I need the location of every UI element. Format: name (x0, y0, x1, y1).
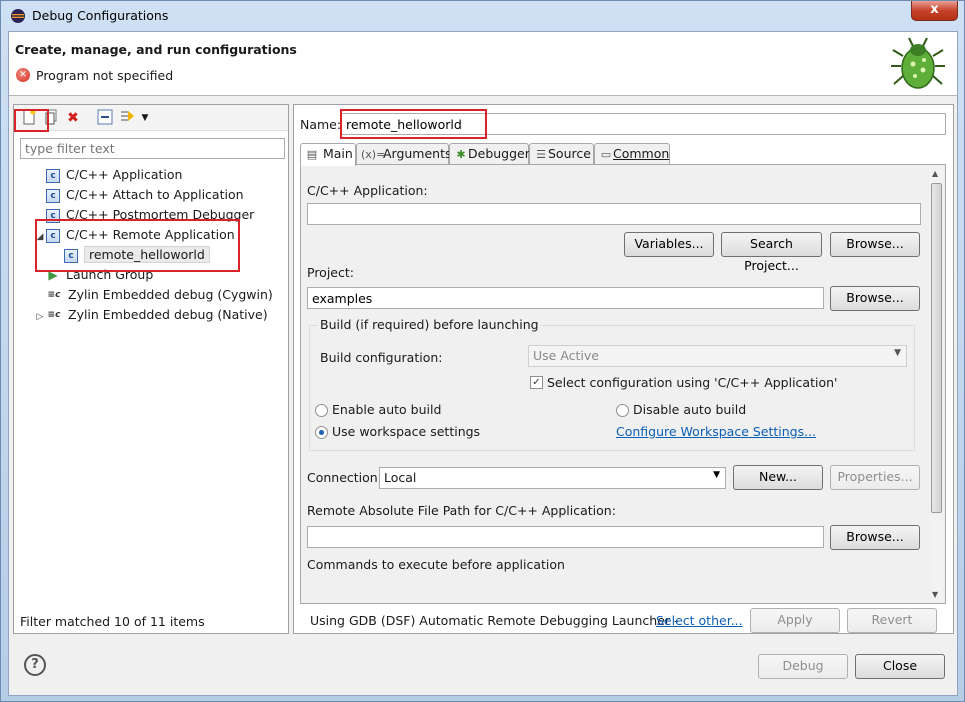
tree-item-cpp-attach[interactable]: c C/C++ Attach to Application (34, 185, 244, 205)
enable-auto-build-label: Enable auto build (332, 402, 442, 417)
project-label: Project: (307, 265, 354, 280)
filter-button[interactable] (118, 109, 136, 127)
window-close-button[interactable]: x (911, 1, 958, 21)
arguments-tab-icon: (x)= (361, 148, 386, 161)
tree-item-cpp-application[interactable]: c C/C++ Application (34, 165, 182, 185)
title-bar: Debug Configurations x (1, 1, 964, 31)
configure-workspace-link[interactable]: Configure Workspace Settings... (616, 424, 816, 439)
revert-button[interactable]: Revert (847, 608, 937, 633)
window-title: Debug Configurations (32, 8, 169, 23)
content-scrollbar[interactable]: ▲ ▼ (930, 167, 943, 601)
tab-main[interactable]: ▤ Main (300, 143, 356, 166)
build-config-select[interactable]: Use Active ▼ (528, 345, 907, 367)
scroll-down-icon[interactable]: ▼ (932, 590, 938, 599)
debug-button[interactable]: Debug (758, 654, 848, 679)
scroll-thumb[interactable] (931, 183, 942, 513)
browse-remote-button[interactable]: Browse... (830, 525, 920, 550)
build-config-value: Use Active (533, 348, 599, 363)
disable-auto-build-label: Disable auto build (633, 402, 747, 417)
collapsed-arrow-icon[interactable]: ▷ (34, 307, 46, 327)
tab-source[interactable]: ☰ Source (529, 143, 594, 165)
zylin-icon: ≡c (47, 289, 61, 300)
filter-input[interactable] (20, 138, 285, 159)
browse-project-button[interactable]: Browse... (830, 286, 920, 311)
select-config-checkbox[interactable]: ✓ (530, 376, 543, 389)
debugger-tab-icon: ✱ (456, 148, 466, 161)
banner-heading: Create, manage, and run configurations (15, 42, 297, 57)
disable-auto-build-radio[interactable] (616, 404, 629, 417)
tab-common[interactable]: ▭ Common (594, 143, 670, 165)
annotation-box-name (340, 109, 487, 139)
tab-label: Arguments (382, 146, 452, 161)
c-icon: c (46, 168, 60, 183)
connection-label: Connection: (307, 470, 382, 485)
apply-button[interactable]: Apply (750, 608, 840, 633)
tab-label: Source (548, 146, 591, 161)
browse-app-button[interactable]: Browse... (830, 232, 920, 257)
tree-item-label: C/C++ Attach to Application (66, 187, 244, 202)
use-workspace-radio[interactable] (315, 426, 328, 439)
app-path-input[interactable] (307, 203, 921, 225)
annotation-box-remote-app (35, 219, 240, 272)
select-config-label: Select configuration using 'C/C++ Applic… (547, 375, 838, 390)
configuration-list-pane: ✖ ▼ c C/C++ Application c C/C++ Attach to … (13, 104, 289, 634)
annotation-box-new-config (14, 109, 49, 132)
variables-button[interactable]: Variables... (624, 232, 714, 257)
zylin-icon: ≡c (47, 309, 61, 320)
debug-configurations-window: Debug Configurations x Create, manage, a… (0, 0, 965, 702)
error-icon: ✕ (16, 68, 30, 82)
search-project-button[interactable]: Search Project... (721, 232, 822, 273)
debug-bug-icon (891, 37, 945, 89)
header-banner: Create, manage, and run configurations ✕… (9, 32, 957, 96)
connection-value: Local (384, 470, 417, 485)
scroll-up-icon[interactable]: ▲ (932, 169, 938, 178)
tree-item-label: C/C++ Application (66, 167, 183, 182)
source-tab-icon: ☰ (536, 148, 546, 161)
properties-button[interactable]: Properties... (830, 465, 920, 490)
banner-error-message: Program not specified (36, 68, 174, 83)
use-workspace-label: Use workspace settings (332, 424, 481, 439)
build-group-title: Build (if required) before launching (318, 317, 541, 332)
build-config-label: Build configuration: (320, 350, 443, 365)
dropdown-arrow-icon: ▼ (894, 348, 901, 358)
configuration-editor-pane: Name: ▤ Main (x)= Arguments ✱Debugger ☰S… (293, 104, 954, 634)
app-label: C/C++ Application: (307, 183, 428, 198)
filter-icon (121, 111, 134, 121)
tab-label: Debugger (468, 146, 530, 161)
tree-item-zylin-native[interactable]: ▷ ≡c Zylin Embedded debug (Native) (34, 305, 268, 325)
tab-arguments[interactable]: (x)= Arguments (356, 143, 452, 165)
name-label: Name: (300, 117, 342, 132)
filter-status: Filter matched 10 of 11 items (20, 614, 205, 629)
tab-debugger[interactable]: ✱ Debugger (449, 143, 530, 165)
tree-item-zylin-cygwin[interactable]: ≡c Zylin Embedded debug (Cygwin) (34, 285, 273, 305)
enable-auto-build-radio[interactable] (315, 404, 328, 417)
new-connection-button[interactable]: New... (733, 465, 823, 490)
filter-menu-dropdown[interactable]: ▼ (136, 109, 154, 127)
remote-path-label: Remote Absolute File Path for C/C++ Appl… (307, 503, 616, 518)
commands-label: Commands to execute before application (307, 557, 565, 572)
c-icon: c (46, 188, 60, 203)
select-other-link[interactable]: Select other... (656, 613, 743, 628)
collapse-all-icon (97, 109, 113, 125)
config-toolbar: ✖ ▼ (14, 105, 288, 131)
main-tab-content: C/C++ Application: Variables... Search P… (300, 164, 946, 604)
tab-label: Main (322, 146, 353, 161)
tab-label: Common (613, 146, 670, 161)
connection-select[interactable]: Local ▼ (379, 467, 726, 489)
main-tab-icon: ▤ (306, 148, 318, 161)
build-group: Build (if required) before launching Bui… (309, 317, 915, 451)
remote-path-input[interactable] (307, 526, 824, 548)
dropdown-arrow-icon: ▼ (713, 470, 720, 480)
delete-button[interactable]: ✖ (64, 109, 82, 127)
common-tab-icon: ▭ (600, 148, 612, 161)
collapse-all-button[interactable] (96, 109, 114, 127)
tree-item-label: Zylin Embedded debug (Cygwin) (68, 287, 273, 302)
launcher-text: Using GDB (DSF) Automatic Remote Debuggi… (310, 613, 679, 628)
project-input[interactable] (307, 287, 824, 309)
close-button[interactable]: Close (855, 654, 945, 679)
tree-item-label: Zylin Embedded debug (Native) (68, 307, 268, 322)
eclipse-icon (11, 9, 25, 23)
dialog-client-area: Create, manage, and run configurations ✕… (8, 31, 958, 696)
help-icon[interactable]: ? (24, 654, 46, 676)
